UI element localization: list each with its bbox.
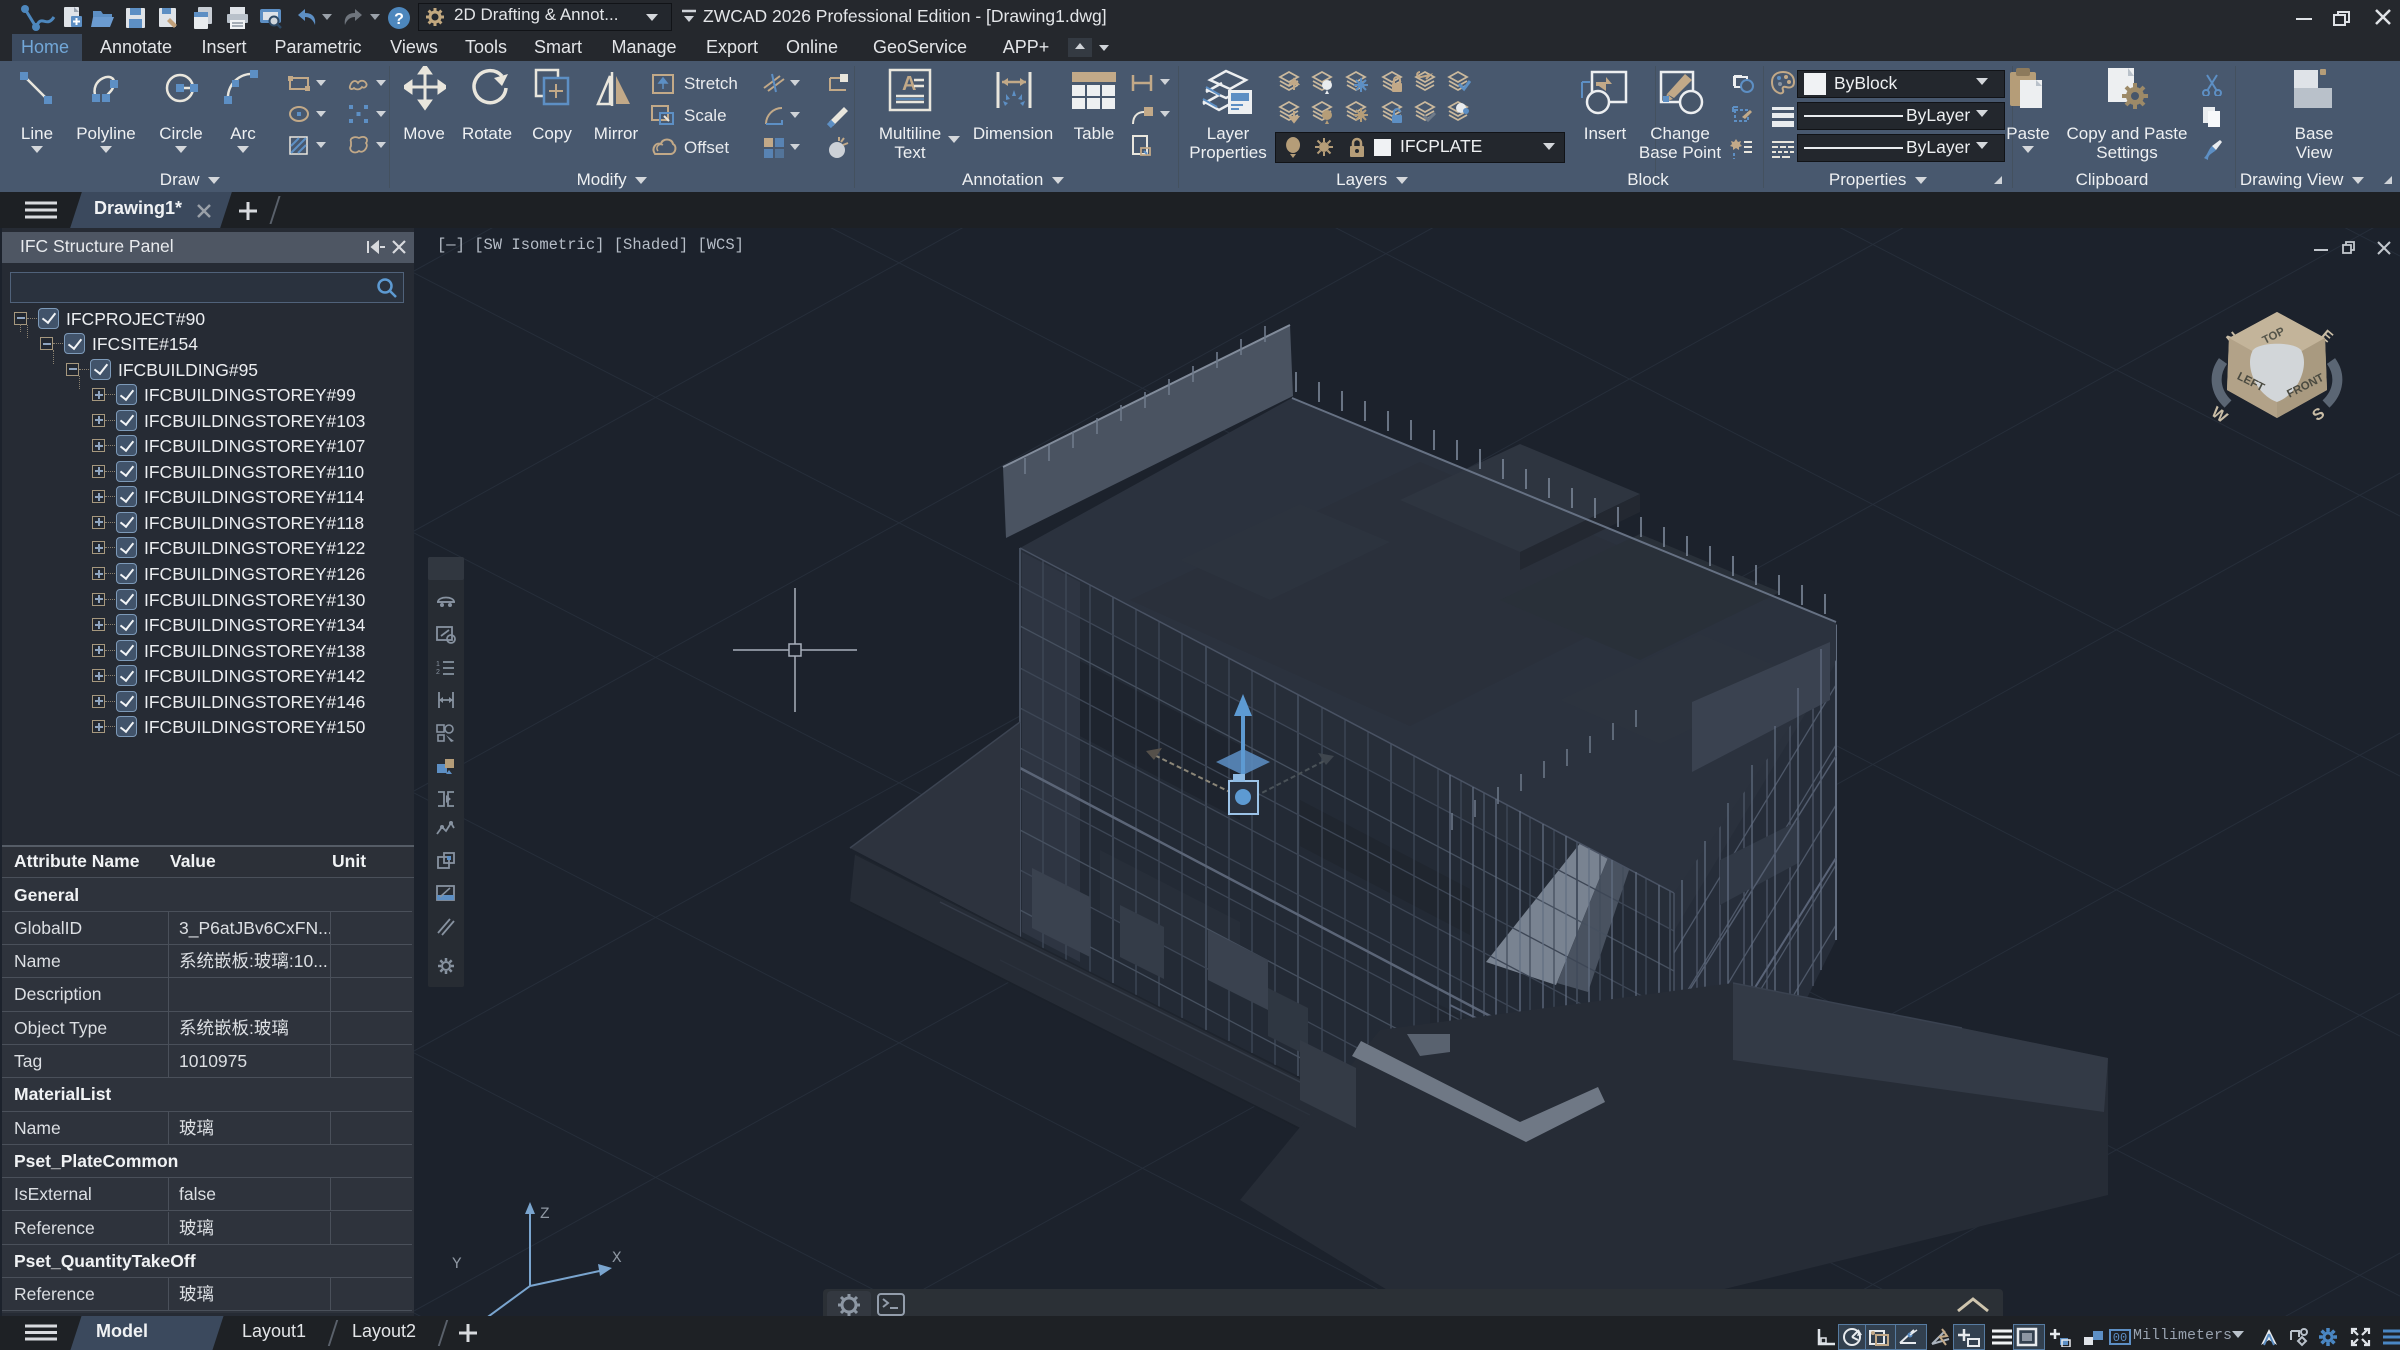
svg-text:Z: Z: [540, 1205, 550, 1223]
svg-text:2: 2: [436, 669, 440, 676]
svg-text:1: 1: [436, 661, 440, 668]
svg-text:00: 00: [2113, 1331, 2127, 1345]
svg-text:A: A: [902, 73, 916, 95]
svg-text:?: ?: [394, 11, 404, 28]
svg-text:X: X: [612, 1249, 622, 1267]
svg-text:Y: Y: [452, 1255, 462, 1273]
svg-text:[—] [SW Isometric] [Shaded] [W: [—] [SW Isometric] [Shaded] [WCS]: [437, 236, 744, 254]
